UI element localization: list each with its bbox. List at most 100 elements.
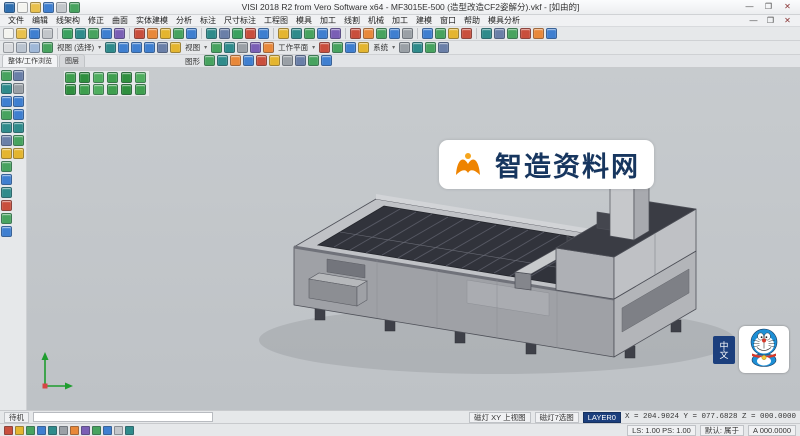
- app-logo-icon[interactable]: [4, 1, 15, 13]
- draft-check-icon[interactable]: [435, 28, 446, 39]
- quick-toggle-11-icon[interactable]: [121, 84, 132, 95]
- shadow-icon[interactable]: [216, 55, 228, 66]
- rotate-icon[interactable]: [1, 161, 12, 172]
- snap-end-toggle-icon[interactable]: [15, 425, 24, 435]
- defaults-indicator[interactable]: 默认: 属于: [699, 424, 745, 436]
- scale-icon[interactable]: [1, 187, 12, 198]
- menu-item-13[interactable]: 机械: [364, 15, 388, 26]
- clip-plane-icon[interactable]: [255, 55, 267, 66]
- new-file-icon[interactable]: [3, 28, 14, 39]
- named-views-icon[interactable]: [13, 148, 24, 159]
- select-entity-icon[interactable]: [1, 70, 12, 81]
- menu-item-16[interactable]: 窗口: [436, 15, 460, 26]
- menu-item-14[interactable]: 加工: [388, 15, 412, 26]
- view-right-icon[interactable]: [144, 42, 156, 53]
- quick-toggle-8-icon[interactable]: [79, 84, 90, 95]
- curvature-icon[interactable]: [448, 28, 459, 39]
- isolate-icon[interactable]: [1, 109, 12, 120]
- render-mode-icon[interactable]: [203, 55, 215, 66]
- quick-toggle-2-icon[interactable]: [79, 72, 90, 83]
- axes-display-icon[interactable]: [307, 55, 319, 66]
- regen-icon[interactable]: [1, 226, 12, 237]
- shell-tool-icon[interactable]: [330, 28, 341, 39]
- ungroup-icon[interactable]: [1, 135, 12, 146]
- dropdown-caret-icon[interactable]: ▾: [98, 44, 103, 51]
- simulate-icon[interactable]: [507, 28, 518, 39]
- array-icon[interactable]: [1, 200, 12, 211]
- select-icon[interactable]: [3, 42, 14, 53]
- transparency-icon[interactable]: [281, 55, 293, 66]
- close-button[interactable]: ✕: [779, 1, 796, 13]
- background-icon[interactable]: [242, 55, 254, 66]
- workplane-yz-icon[interactable]: [332, 42, 344, 53]
- zoom-out-icon[interactable]: [13, 109, 24, 120]
- dimension-icon[interactable]: [363, 28, 374, 39]
- properties-icon[interactable]: [402, 28, 413, 39]
- trim-tool-icon[interactable]: [134, 28, 145, 39]
- section-icon[interactable]: [461, 28, 472, 39]
- quick-toggle-10-icon[interactable]: [107, 84, 118, 95]
- extrude-tool-icon[interactable]: [258, 28, 269, 39]
- menu-item-8[interactable]: 尺寸标注: [220, 15, 260, 26]
- panel-tab-1[interactable]: 图层: [58, 54, 85, 67]
- boolean-union-icon[interactable]: [304, 28, 315, 39]
- dynamic-input-toggle-icon[interactable]: [92, 425, 101, 435]
- solid-box-icon[interactable]: [278, 28, 289, 39]
- transparency-toggle-icon[interactable]: [114, 425, 123, 435]
- view-back-icon[interactable]: [157, 42, 169, 53]
- workplane-zx-icon[interactable]: [345, 42, 357, 53]
- menu-item-2[interactable]: 线架构: [52, 15, 84, 26]
- move-icon[interactable]: [1, 148, 12, 159]
- undo-icon[interactable]: [69, 1, 80, 13]
- workplane-custom-icon[interactable]: [358, 42, 370, 53]
- lineweight-toggle-icon[interactable]: [103, 425, 112, 435]
- curve-tool-icon[interactable]: [114, 28, 125, 39]
- settings-icon[interactable]: [399, 42, 411, 53]
- fillet-tool-icon[interactable]: [160, 28, 171, 39]
- print-icon[interactable]: [42, 28, 53, 39]
- menu-item-4[interactable]: 曲面: [108, 15, 132, 26]
- snap-center-toggle-icon[interactable]: [37, 425, 46, 435]
- hide-entity-icon[interactable]: [1, 83, 12, 94]
- model-space-toggle-icon[interactable]: [125, 425, 134, 435]
- zoom-in-icon[interactable]: [13, 96, 24, 107]
- snap-grid-toggle-icon[interactable]: [4, 425, 13, 435]
- pan-icon[interactable]: [13, 83, 24, 94]
- perspective-icon[interactable]: [250, 42, 262, 53]
- edge-display-icon[interactable]: [294, 55, 306, 66]
- workplane-xy-icon[interactable]: [319, 42, 331, 53]
- zoom-window-icon[interactable]: [13, 122, 24, 133]
- menu-item-7[interactable]: 标注: [196, 15, 220, 26]
- post-processor-icon[interactable]: [520, 28, 531, 39]
- material-icon[interactable]: [229, 55, 241, 66]
- menu-item-6[interactable]: 分析: [172, 15, 196, 26]
- quick-toggle-9-icon[interactable]: [93, 84, 104, 95]
- analysis-icon[interactable]: [422, 28, 433, 39]
- view-front-icon[interactable]: [131, 42, 143, 53]
- quick-toggle-12-icon[interactable]: [135, 84, 146, 95]
- view-iso-icon[interactable]: [105, 42, 117, 53]
- zoom-all-icon[interactable]: [170, 42, 182, 53]
- revolve-tool-icon[interactable]: [245, 28, 256, 39]
- sweep-tool-icon[interactable]: [232, 28, 243, 39]
- view-top-icon[interactable]: [118, 42, 130, 53]
- previous-view-icon[interactable]: [13, 135, 24, 146]
- menu-item-11[interactable]: 加工: [316, 15, 340, 26]
- snap-mid-toggle-icon[interactable]: [26, 425, 35, 435]
- group-icon[interactable]: [1, 122, 12, 133]
- dropdown-caret-icon[interactable]: ▾: [392, 44, 397, 51]
- track-toggle-icon[interactable]: [81, 425, 90, 435]
- machining-icon[interactable]: [481, 28, 492, 39]
- extend-tool-icon[interactable]: [147, 28, 158, 39]
- report-icon[interactable]: [533, 28, 544, 39]
- quick-toggle-4-icon[interactable]: [107, 72, 118, 83]
- show-all-icon[interactable]: [1, 96, 12, 107]
- save-icon[interactable]: [29, 28, 40, 39]
- menu-item-15[interactable]: 建模: [412, 15, 436, 26]
- loft-tool-icon[interactable]: [219, 28, 230, 39]
- menu-item-5[interactable]: 实体建模: [132, 15, 172, 26]
- arc-tool-icon[interactable]: [88, 28, 99, 39]
- surface-tool-icon[interactable]: [206, 28, 217, 39]
- menu-item-0[interactable]: 文件: [4, 15, 28, 26]
- quick-toggle-6-icon[interactable]: [135, 72, 146, 83]
